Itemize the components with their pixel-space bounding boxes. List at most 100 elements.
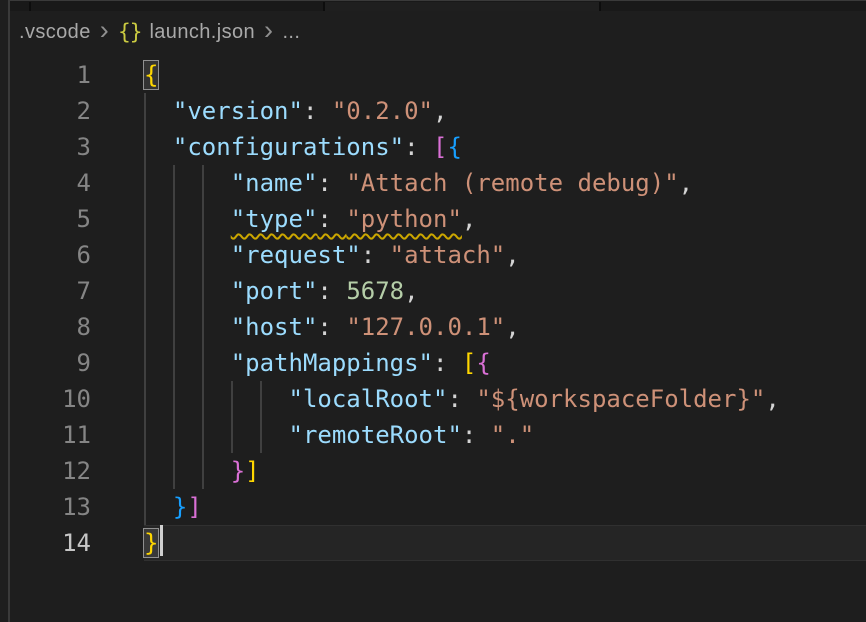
code-line[interactable]: 13 }]: [10, 489, 866, 525]
tab-separator: [323, 2, 325, 11]
line-number[interactable]: 7: [10, 273, 91, 309]
code-token: :: [317, 205, 346, 233]
code-token: "configurations": [173, 133, 404, 161]
editor-group: .vscode › {} launch.json › ... 1{2 "vers…: [10, 0, 866, 622]
code-line[interactable]: 11 "remoteRoot": ".": [10, 417, 866, 453]
code-line[interactable]: 12 }]: [10, 453, 866, 489]
code-line[interactable]: 14}: [10, 525, 866, 561]
line-number[interactable]: 3: [10, 129, 91, 165]
code-token: :: [317, 313, 346, 341]
code-token: :: [317, 169, 346, 197]
vscode-editor-window: .vscode › {} launch.json › ... 1{2 "vers…: [0, 0, 866, 622]
code-token: [: [433, 133, 447, 161]
panel-divider: [0, 0, 10, 622]
code-token: "type": [231, 205, 318, 233]
code-token: 5678: [346, 277, 404, 305]
code-token: {: [476, 349, 490, 377]
line-number[interactable]: 10: [10, 381, 91, 417]
code-token: [144, 241, 231, 269]
code-token: "remoteRoot": [289, 421, 462, 449]
code-token: :: [462, 421, 491, 449]
code-token: ,: [433, 97, 447, 125]
code-token: "0.2.0": [332, 97, 433, 125]
chevron-right-icon: ›: [100, 20, 109, 40]
line-content: "name": "Attach (remote debug)",: [144, 165, 866, 201]
line-number[interactable]: 12: [10, 453, 91, 489]
code-token: :: [317, 277, 346, 305]
line-number[interactable]: 6: [10, 237, 91, 273]
code-token: ,: [505, 313, 519, 341]
tab-separator: [29, 2, 31, 11]
tab-strip[interactable]: [10, 0, 866, 11]
active-tab-edge[interactable]: [324, 2, 599, 11]
line-content: }]: [144, 489, 866, 525]
code-token: :: [447, 385, 476, 413]
code-token: }: [231, 457, 245, 485]
code-token: ,: [679, 169, 693, 197]
line-number[interactable]: 4: [10, 165, 91, 201]
code-editor[interactable]: 1{2 "version": "0.2.0",3 "configurations…: [10, 53, 866, 561]
line-number[interactable]: 9: [10, 345, 91, 381]
code-token: ,: [404, 277, 418, 305]
code-token: [144, 97, 173, 125]
code-line[interactable]: 8 "host": "127.0.0.1",: [10, 309, 866, 345]
code-line[interactable]: 4 "name": "Attach (remote debug)",: [10, 165, 866, 201]
code-token: [: [462, 349, 476, 377]
breadcrumb-item-file[interactable]: launch.json: [149, 21, 255, 44]
breadcrumb-item-symbol[interactable]: ...: [282, 21, 300, 44]
code-token: [144, 169, 231, 197]
code-token: [144, 205, 231, 233]
line-content: "version": "0.2.0",: [144, 93, 866, 129]
code-token: [144, 133, 173, 161]
code-token: ,: [765, 385, 779, 413]
code-token: [144, 277, 231, 305]
code-line[interactable]: 10 "localRoot": "${workspaceFolder}",: [10, 381, 866, 417]
code-lines: 1{2 "version": "0.2.0",3 "configurations…: [10, 57, 866, 561]
code-token: ]: [187, 493, 201, 521]
line-number[interactable]: 1: [10, 57, 91, 93]
code-line[interactable]: 9 "pathMappings": [{: [10, 345, 866, 381]
line-content: "type": "python",: [144, 201, 866, 237]
bracket-match-highlight: }: [144, 529, 158, 557]
code-token: [144, 385, 289, 413]
code-line[interactable]: 3 "configurations": [{: [10, 129, 866, 165]
code-token: :: [303, 97, 332, 125]
code-line[interactable]: 1{: [10, 57, 866, 93]
code-token: [144, 421, 289, 449]
code-token: {: [447, 133, 461, 161]
line-content: "remoteRoot": ".": [144, 417, 866, 453]
code-token: "version": [173, 97, 303, 125]
line-content: "configurations": [{: [144, 129, 866, 165]
code-token: }: [173, 493, 187, 521]
code-line[interactable]: 2 "version": "0.2.0",: [10, 93, 866, 129]
code-token: ]: [245, 457, 259, 485]
code-line[interactable]: 7 "port": 5678,: [10, 273, 866, 309]
line-number[interactable]: 13: [10, 489, 91, 525]
code-token: :: [433, 349, 462, 377]
code-token: [144, 457, 231, 485]
code-line[interactable]: 6 "request": "attach",: [10, 237, 866, 273]
code-token: "name": [231, 169, 318, 197]
code-token: "host": [231, 313, 318, 341]
code-token: "request": [231, 241, 361, 269]
line-number[interactable]: 11: [10, 417, 91, 453]
code-token: [144, 493, 173, 521]
line-number[interactable]: 8: [10, 309, 91, 345]
code-token: "${workspaceFolder}": [476, 385, 765, 413]
code-token: ,: [462, 205, 476, 233]
code-line[interactable]: 5 "type": "python",: [10, 201, 866, 237]
line-content: }]: [144, 453, 866, 489]
line-number[interactable]: 2: [10, 93, 91, 129]
line-content: }: [144, 525, 866, 561]
text-cursor: [160, 525, 163, 556]
breadcrumb-item-folder[interactable]: .vscode: [19, 21, 91, 44]
code-token: "pathMappings": [231, 349, 433, 377]
warning-squiggle: "type": "python": [231, 205, 462, 233]
tab-separator: [599, 2, 601, 11]
line-number[interactable]: 14: [10, 525, 91, 561]
code-token: :: [404, 133, 433, 161]
code-token: "localRoot": [289, 385, 448, 413]
line-number[interactable]: 5: [10, 201, 91, 237]
breadcrumb: .vscode › {} launch.json › ...: [10, 11, 866, 53]
code-token: [144, 349, 231, 377]
